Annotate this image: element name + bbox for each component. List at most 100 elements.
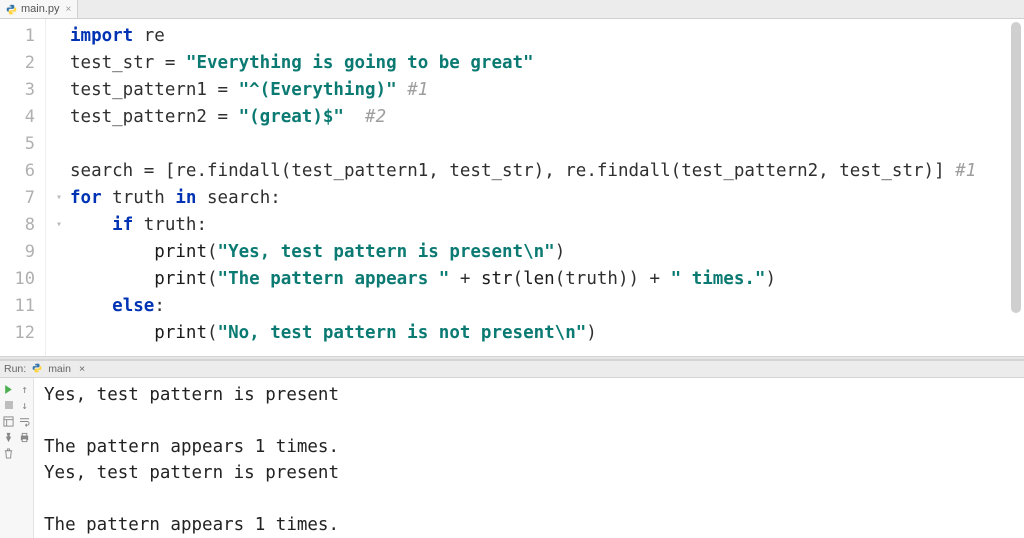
code-line[interactable]: else: [70, 293, 1024, 320]
line-number: 2 [0, 50, 45, 77]
rerun-icon[interactable] [1, 381, 17, 397]
code-token: ), [534, 161, 566, 181]
pin-icon[interactable] [1, 429, 17, 445]
blank [17, 445, 33, 461]
soft-wrap-icon[interactable] [17, 413, 33, 429]
fold-icon[interactable]: ▾ [56, 220, 66, 230]
stop-icon[interactable] [1, 397, 17, 413]
code-token: ) [555, 242, 566, 262]
code-token: = [218, 107, 239, 127]
down-icon[interactable]: ↓ [17, 397, 33, 413]
fold-icon[interactable]: ▾ [56, 193, 66, 203]
code-token: ( [513, 269, 524, 289]
code-token: #1 [955, 161, 976, 181]
code-line[interactable]: ▾for truth in search: [70, 185, 1024, 212]
code-token: test_pattern1 [291, 161, 428, 181]
run-panel-body: ↑ ↓ [0, 378, 1024, 538]
code-token: test_pattern2 [681, 161, 818, 181]
code-token: ) [586, 323, 597, 343]
code-token: re [175, 161, 196, 181]
code-line[interactable] [70, 131, 1024, 158]
code-token: . [196, 161, 207, 181]
code-token: for [70, 188, 102, 208]
layout-icon[interactable] [1, 413, 17, 429]
code-token: test_pattern1 [70, 80, 218, 100]
code-token: "Everything is going to be great" [186, 53, 534, 73]
code-token: ( [207, 242, 218, 262]
code-token: )] [924, 161, 956, 181]
scrollbar-thumb[interactable] [1011, 22, 1021, 313]
line-number: 1 [0, 23, 45, 50]
file-tab-main[interactable]: main.py × [0, 0, 78, 18]
code-token: import [70, 26, 133, 46]
line-number: 8 [0, 212, 45, 239]
code-line[interactable]: test_str = "Everything is going to be gr… [70, 50, 1024, 77]
code-token: = [165, 53, 186, 73]
close-icon[interactable]: × [66, 4, 72, 15]
code-token: + [449, 269, 481, 289]
run-label: Run: [4, 363, 26, 375]
line-number: 10 [0, 266, 45, 293]
code-line[interactable]: print("Yes, test pattern is present\n") [70, 239, 1024, 266]
code-token: )) + [618, 269, 671, 289]
run-panel-header: Run: main × [0, 361, 1024, 378]
python-file-icon [6, 4, 17, 15]
line-number-gutter: 123456789101112 [0, 19, 46, 356]
run-config-name[interactable]: main [48, 363, 71, 375]
code-token: search [70, 161, 144, 181]
code-token: search [207, 188, 270, 208]
code-token: ( [281, 161, 292, 181]
console-output[interactable]: Yes, test pattern is present The pattern… [34, 378, 1024, 538]
code-token: "(great)$" [239, 107, 344, 127]
code-line[interactable]: search = [re.findall(test_pattern1, test… [70, 158, 1024, 185]
code-line[interactable]: test_pattern1 = "^(Everything)" #1 [70, 77, 1024, 104]
code-token: "Yes, test pattern is present\n" [218, 242, 555, 262]
code-line[interactable]: ▾ if truth: [70, 212, 1024, 239]
code-token: ( [555, 269, 566, 289]
code-token: if [112, 215, 133, 235]
code-token: truth [112, 188, 165, 208]
code-token [196, 188, 207, 208]
code-line[interactable]: print("The pattern appears " + str(len(t… [70, 266, 1024, 293]
close-icon[interactable]: × [79, 363, 85, 375]
code-editor[interactable]: 123456789101112 import retest_str = "Eve… [0, 19, 1024, 356]
run-toolbar: ↑ ↓ [0, 378, 34, 538]
code-token: : [154, 296, 165, 316]
code-line[interactable]: test_pattern2 = "(great)$" #2 [70, 104, 1024, 131]
code-token: : [270, 188, 281, 208]
code-token [133, 215, 144, 235]
code-token: truth [565, 269, 618, 289]
vertical-scrollbar[interactable] [1011, 22, 1021, 353]
code-token: print [154, 242, 207, 262]
line-number: 12 [0, 320, 45, 347]
code-token: " times." [671, 269, 766, 289]
code-area[interactable]: import retest_str = "Everything is going… [46, 19, 1024, 356]
code-token: findall [597, 161, 671, 181]
code-token: print [154, 323, 207, 343]
line-number: 4 [0, 104, 45, 131]
line-number: 11 [0, 293, 45, 320]
code-token: re [565, 161, 586, 181]
code-token: test_str [839, 161, 923, 181]
code-token [344, 107, 365, 127]
line-number: 5 [0, 131, 45, 158]
code-token [102, 188, 113, 208]
code-line[interactable]: import re [70, 23, 1024, 50]
code-token: test_pattern2 [70, 107, 218, 127]
code-token: len [523, 269, 555, 289]
trash-icon[interactable] [1, 445, 17, 461]
code-token [133, 26, 144, 46]
line-number: 3 [0, 77, 45, 104]
line-number: 6 [0, 158, 45, 185]
print-icon[interactable] [17, 429, 33, 445]
run-panel: Run: main × ↑ [0, 360, 1024, 538]
up-icon[interactable]: ↑ [17, 381, 33, 397]
file-tab-label: main.py [21, 3, 60, 15]
code-line[interactable]: print("No, test pattern is not present\n… [70, 320, 1024, 347]
code-token: in [175, 188, 196, 208]
ide-root: main.py × 123456789101112 import retest_… [0, 0, 1024, 538]
code-token: . [586, 161, 597, 181]
code-token: findall [207, 161, 281, 181]
line-number: 7 [0, 185, 45, 212]
code-token: else [112, 296, 154, 316]
